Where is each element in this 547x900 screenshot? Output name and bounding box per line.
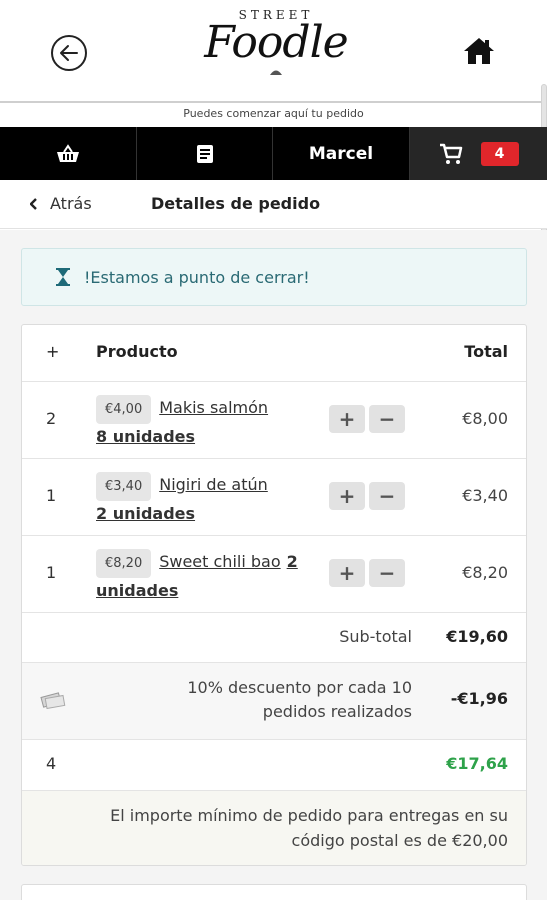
item-total: €3,40 [462,486,508,505]
minimum-order-note: El importe mínimo de pedido para entrega… [22,791,526,865]
col-product-header: Producto [96,342,178,361]
item-product: €8,20 Sweet chili bao 2 unidades [96,549,316,603]
tagline-text: Puedes comenzar aquí tu pedido [183,107,364,120]
menu-book-icon [196,144,213,163]
money-icon [40,692,66,709]
logo-emblem [196,68,356,78]
unit-price-badge: €8,20 [96,549,152,578]
discount-row: 10% descuento por cada 10 pedidos realiz… [22,663,526,740]
page-subheader: Atrás Detalles de pedido [0,180,547,229]
subtotal-label: Sub-total [339,627,412,646]
top-nav-bar: Marcel 4 [0,127,547,180]
hourglass-icon [56,268,70,286]
quantity-stepper: + − [329,405,405,433]
nav-cart-tab[interactable]: 4 [410,127,547,180]
col-qty-header: + [46,342,60,361]
subtotal-row: Sub-total €19,60 [22,613,526,663]
item-name-link[interactable]: Sweet chili bao [159,552,280,571]
increase-button[interactable]: + [329,482,365,510]
item-name-link[interactable]: Nigiri de atún [159,475,268,494]
discount-value: -€1,96 [450,689,508,708]
increase-button[interactable]: + [329,405,365,433]
decrease-button[interactable]: − [369,405,405,433]
street-foodle-logo[interactable]: STREET Foodle [196,6,356,100]
unit-price-badge: €4,00 [96,395,152,424]
back-arrow-circle-icon[interactable] [51,35,87,71]
nav-menu-tab[interactable] [137,127,273,180]
increase-button[interactable]: + [329,559,365,587]
quantity-stepper: + − [329,559,405,587]
grand-total-value: €17,64 [446,754,508,773]
cart-count-badge: 4 [480,141,519,166]
item-qty: 2 [46,409,57,428]
item-product: €3,40 Nigiri de atún 2 unidades [96,472,316,526]
next-section-card [21,884,527,900]
decrease-button[interactable]: − [369,482,405,510]
subtotal-value: €19,60 [446,627,508,646]
order-table: + Producto Total 2 €4,00 Makis salmón 8 u… [21,324,527,866]
item-units-link[interactable]: 2 unidades [96,504,195,523]
home-icon[interactable] [462,36,496,70]
item-units-link[interactable]: 8 unidades [96,427,195,446]
nav-user-name[interactable]: Marcel [273,127,410,180]
item-product: €4,00 Makis salmón 8 unidades [96,395,316,449]
table-header-row: + Producto Total [22,325,526,382]
item-qty: 1 [46,486,57,505]
col-total-header: Total [464,342,508,361]
nav-basket-tab[interactable] [0,127,137,180]
app-header: STREET Foodle [0,0,547,103]
page-title: Detalles de pedido [151,194,321,213]
total-qty: 4 [46,754,57,773]
table-row: 2 €4,00 Makis salmón 8 unidades + − €8,00 [22,382,526,459]
item-total: €8,20 [462,563,508,582]
table-row: 1 €3,40 Nigiri de atún 2 unidades + − €3,… [22,459,526,536]
table-row: 1 €8,20 Sweet chili bao 2 unidades + − €8,… [22,536,526,613]
back-label: Atrás [50,194,92,213]
item-total: €8,00 [462,409,508,428]
total-row: 4 €17,64 [22,740,526,791]
back-link[interactable]: Atrás [30,194,92,213]
alert-text: !Estamos a punto de cerrar! [84,267,310,287]
discount-label: 10% descuento por cada 10 pedidos realiz… [187,678,412,721]
quantity-stepper: + − [329,482,405,510]
item-name-link[interactable]: Makis salmón [159,398,268,417]
cart-icon [439,143,462,164]
closing-soon-alert: !Estamos a punto de cerrar! [21,248,527,306]
basket-icon [57,143,79,162]
logo-foodle-text: Foodle [204,17,348,68]
unit-price-badge: €3,40 [96,472,152,501]
chevron-left-icon [30,197,37,210]
decrease-button[interactable]: − [369,559,405,587]
item-qty: 1 [46,563,57,582]
